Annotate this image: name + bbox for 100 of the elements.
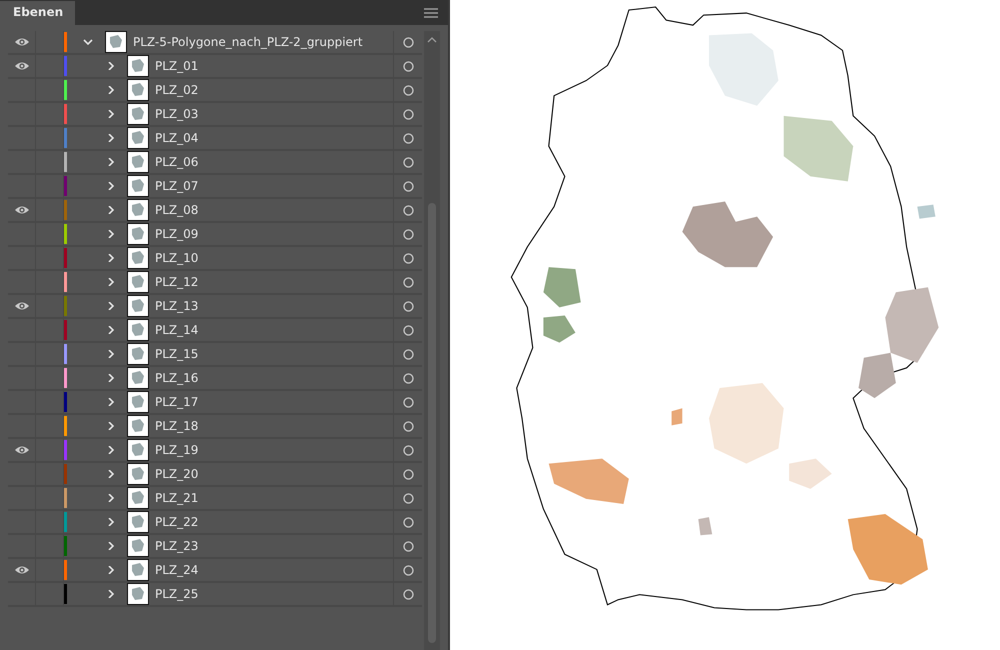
target-circle-icon[interactable] xyxy=(402,300,414,312)
target-circle-icon[interactable] xyxy=(402,516,414,528)
layer-thumbnail xyxy=(127,151,149,173)
chevron-right-icon[interactable] xyxy=(107,158,115,166)
target-circle-icon[interactable] xyxy=(402,252,414,264)
target-circle-icon[interactable] xyxy=(402,36,414,48)
layers-tab[interactable]: Ebenen xyxy=(0,1,76,25)
layer-name[interactable]: PLZ_14 xyxy=(155,323,198,337)
layer-name[interactable]: PLZ_16 xyxy=(155,371,198,385)
chevron-right-icon[interactable] xyxy=(107,254,115,262)
layer-name[interactable]: PLZ_15 xyxy=(155,347,198,361)
layer-thumbnail xyxy=(127,439,149,461)
layer-name[interactable]: PLZ_04 xyxy=(155,131,198,145)
target-circle-icon[interactable] xyxy=(402,204,414,216)
layer-name[interactable]: PLZ_06 xyxy=(155,155,198,169)
chevron-right-icon[interactable] xyxy=(107,518,115,526)
layer-name[interactable]: PLZ_23 xyxy=(155,539,198,553)
chevron-right-icon[interactable] xyxy=(107,494,115,502)
layer-thumbnail xyxy=(127,319,149,341)
chevron-right-icon[interactable] xyxy=(107,134,115,142)
layer-thumbnail xyxy=(127,175,149,197)
chevron-right-icon[interactable] xyxy=(107,446,115,454)
layer-thumbnail xyxy=(127,391,149,413)
target-circle-icon[interactable] xyxy=(402,156,414,168)
target-circle-icon[interactable] xyxy=(402,588,414,600)
layer-name[interactable]: PLZ_09 xyxy=(155,227,198,241)
layer-thumbnail xyxy=(127,79,149,101)
layer-thumbnail xyxy=(127,487,149,509)
eye-icon[interactable] xyxy=(14,564,30,576)
layer-name[interactable]: PLZ_18 xyxy=(155,419,198,433)
chevron-right-icon[interactable] xyxy=(107,182,115,190)
target-circle-icon[interactable] xyxy=(402,132,414,144)
layer-name[interactable]: PLZ_19 xyxy=(155,443,198,457)
layer-name[interactable]: PLZ_01 xyxy=(155,59,198,73)
eye-icon[interactable] xyxy=(14,36,30,48)
target-circle-icon[interactable] xyxy=(402,348,414,360)
layer-name[interactable]: PLZ-5-Polygone_nach_PLZ-2_gruppiert xyxy=(133,35,363,49)
eye-icon[interactable] xyxy=(14,204,30,216)
scrollbar[interactable] xyxy=(424,31,440,650)
layer-name[interactable]: PLZ_02 xyxy=(155,83,198,97)
target-circle-icon[interactable] xyxy=(402,444,414,456)
chevron-right-icon[interactable] xyxy=(107,590,115,598)
target-circle-icon[interactable] xyxy=(402,468,414,480)
chevron-right-icon[interactable] xyxy=(107,422,115,430)
chevron-right-icon[interactable] xyxy=(107,374,115,382)
layer-thumbnail xyxy=(127,343,149,365)
target-circle-icon[interactable] xyxy=(402,540,414,552)
chevron-right-icon[interactable] xyxy=(107,326,115,334)
layer-thumbnail xyxy=(127,415,149,437)
target-circle-icon[interactable] xyxy=(402,84,414,96)
chevron-right-icon[interactable] xyxy=(107,398,115,406)
menu-icon[interactable] xyxy=(424,8,438,18)
chevron-right-icon[interactable] xyxy=(107,206,115,214)
target-circle-icon[interactable] xyxy=(402,492,414,504)
layer-thumbnail xyxy=(127,535,149,557)
layer-name[interactable]: PLZ_13 xyxy=(155,299,198,313)
eye-icon[interactable] xyxy=(14,300,30,312)
target-circle-icon[interactable] xyxy=(402,420,414,432)
layer-name[interactable]: PLZ_21 xyxy=(155,491,198,505)
layer-name[interactable]: PLZ_22 xyxy=(155,515,198,529)
target-circle-icon[interactable] xyxy=(402,372,414,384)
chevron-right-icon[interactable] xyxy=(107,278,115,286)
target-circle-icon[interactable] xyxy=(402,564,414,576)
layer-thumbnail xyxy=(127,103,149,125)
layer-name[interactable]: PLZ_03 xyxy=(155,107,198,121)
target-circle-icon[interactable] xyxy=(402,324,414,336)
layer-name[interactable]: PLZ_20 xyxy=(155,467,198,481)
layer-thumbnail xyxy=(127,199,149,221)
eye-icon[interactable] xyxy=(14,444,30,456)
chevron-right-icon[interactable] xyxy=(107,470,115,478)
chevron-right-icon[interactable] xyxy=(107,302,115,310)
chevron-right-icon[interactable] xyxy=(107,566,115,574)
layer-name[interactable]: PLZ_12 xyxy=(155,275,198,289)
layer-name[interactable]: PLZ_10 xyxy=(155,251,198,265)
layer-name[interactable]: PLZ_17 xyxy=(155,395,198,409)
layer-thumbnail xyxy=(127,559,149,581)
chevron-right-icon[interactable] xyxy=(107,542,115,550)
layer-name[interactable]: PLZ_08 xyxy=(155,203,198,217)
layer-thumbnail xyxy=(105,31,127,53)
target-circle-icon[interactable] xyxy=(402,276,414,288)
layer-thumbnail xyxy=(127,367,149,389)
layer-name[interactable]: PLZ_07 xyxy=(155,179,198,193)
layer-thumbnail xyxy=(127,127,149,149)
target-circle-icon[interactable] xyxy=(402,60,414,72)
target-circle-icon[interactable] xyxy=(402,396,414,408)
target-circle-icon[interactable] xyxy=(402,180,414,192)
target-circle-icon[interactable] xyxy=(402,228,414,240)
layer-thumbnail xyxy=(127,463,149,485)
chevron-right-icon[interactable] xyxy=(107,62,115,70)
scroll-up-icon[interactable] xyxy=(427,37,437,43)
target-circle-icon[interactable] xyxy=(402,108,414,120)
chevron-right-icon[interactable] xyxy=(107,230,115,238)
eye-icon[interactable] xyxy=(14,60,30,72)
layer-thumbnail xyxy=(127,295,149,317)
chevron-down-icon[interactable] xyxy=(83,39,93,45)
layer-name[interactable]: PLZ_24 xyxy=(155,563,198,577)
chevron-right-icon[interactable] xyxy=(107,110,115,118)
chevron-right-icon[interactable] xyxy=(107,86,115,94)
layer-name[interactable]: PLZ_25 xyxy=(155,587,198,601)
chevron-right-icon[interactable] xyxy=(107,350,115,358)
